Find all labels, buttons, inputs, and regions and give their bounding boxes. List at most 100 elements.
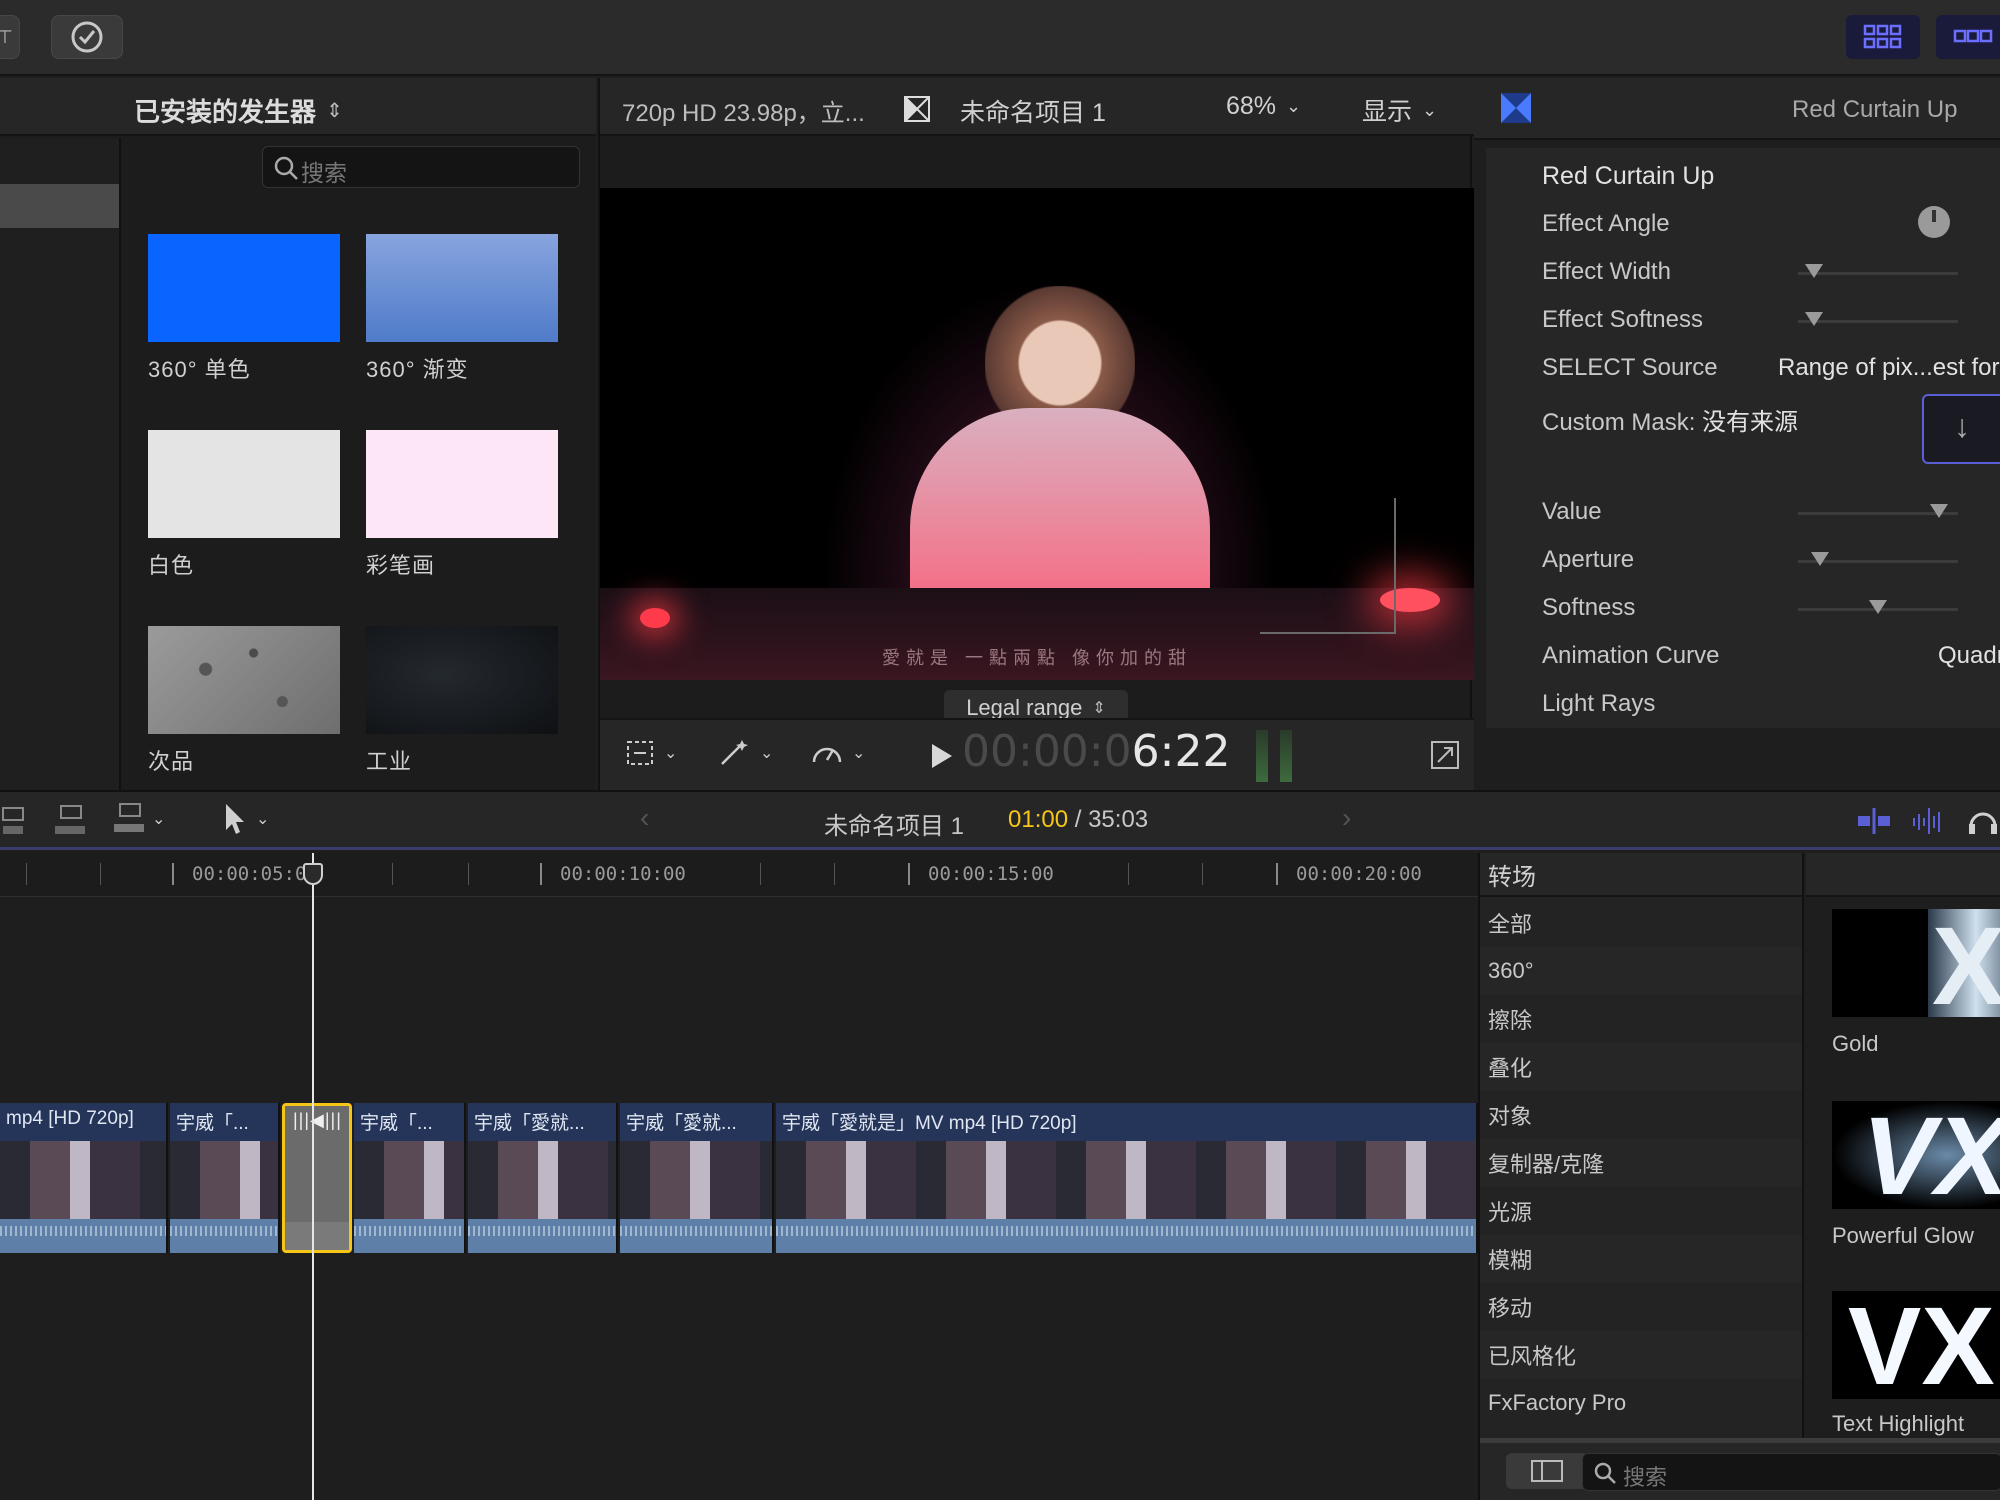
category-lights[interactable]: 光源 (1480, 1187, 1802, 1235)
transition-clip-selected[interactable]: |||◀||| (282, 1103, 352, 1253)
generator-thumb-white[interactable] (148, 430, 340, 538)
transition-label: Powerful Glow (1832, 1223, 1974, 1248)
playhead[interactable] (312, 853, 314, 1500)
category-blurs[interactable]: 模糊 (1480, 1235, 1802, 1283)
timeline-clip[interactable]: 宇威「愛就是」MV mp4 [HD 720p] (776, 1103, 1478, 1253)
forward-nav-icon[interactable]: › (1342, 802, 1351, 834)
value-slider-knob[interactable] (1929, 504, 1948, 518)
insert-clip-button[interactable] (50, 802, 90, 840)
zoom-popup[interactable]: 68% ⌄ (1226, 92, 1301, 121)
search-icon (1594, 1462, 1616, 1484)
clip-waveform (776, 1226, 1476, 1236)
connect-clip-button[interactable] (0, 802, 30, 840)
audio-meter-left (1256, 730, 1268, 782)
tool-select-popup[interactable]: ⌄ (222, 802, 269, 836)
transform-menu-button[interactable]: ⌄ (624, 738, 677, 768)
transition-thumb-gold[interactable]: X (1832, 909, 2000, 1017)
vx-letters-graphic: VX (1862, 1101, 2000, 1209)
ruler-tick (1276, 863, 1278, 885)
clip-title: 宇威「愛就... (474, 1113, 585, 1134)
mask-source-well[interactable]: ↓ (1922, 394, 2000, 464)
aperture-slider-knob[interactable] (1811, 552, 1830, 566)
category-replicator[interactable]: 复制器/克隆 (1480, 1139, 1802, 1187)
retime-menu-button[interactable]: ⌄ (810, 738, 865, 768)
timeline-clip[interactable]: 宇威「... (170, 1103, 280, 1253)
clip-audio (620, 1219, 772, 1253)
format-label: 720p HD 23.98p，立... (622, 100, 865, 127)
back-nav-icon[interactable]: ‹ (640, 802, 649, 834)
timeline-clip[interactable]: 宇威「愛就... (620, 1103, 774, 1253)
headphones-icon[interactable] (1966, 804, 2000, 838)
generator-thumb-industrial[interactable] (366, 626, 558, 734)
fullscreen-icon[interactable] (1430, 740, 1460, 770)
ruler-tick (760, 863, 761, 885)
effect-softness-slider-knob[interactable] (1805, 312, 1823, 326)
category-fxfactory[interactable]: FxFactory Pro (1480, 1379, 1802, 1427)
insert-clip-icon (55, 805, 85, 834)
category-stylized[interactable]: 已风格化 (1480, 1331, 1802, 1379)
category-wipes[interactable]: 擦除 (1480, 995, 1802, 1043)
category-360[interactable]: 360° (1480, 947, 1802, 995)
updown-chevron-icon: ⇕ (1092, 700, 1106, 717)
workspace-grid-button[interactable] (1846, 15, 1920, 59)
sidebar-toggle-button[interactable] (1506, 1453, 1588, 1489)
onscreen-crop-handle[interactable] (1260, 498, 1396, 634)
ruler-tick (1128, 863, 1129, 885)
generator-category-popup[interactable]: 已安装的发生器 ⇕ (134, 92, 343, 129)
sidebar-selected-item[interactable] (0, 184, 119, 228)
chevron-down-icon: ⌄ (152, 811, 166, 828)
generator-thumb-solid-360[interactable] (148, 234, 340, 342)
generator-thumb-grunge[interactable] (148, 626, 340, 734)
generator-thumb-pastel[interactable] (366, 430, 558, 538)
skimming-icon[interactable] (1856, 806, 1892, 836)
workspace-timeline-button[interactable] (1936, 15, 2000, 59)
select-source-popup[interactable]: Range of pix...est for (1778, 354, 1999, 382)
search-placeholder: 搜索 (301, 160, 347, 186)
clip-audio (354, 1219, 464, 1253)
transition-thumb-powerful-glow[interactable]: VX (1832, 1101, 2000, 1209)
keywords-button[interactable]: ⊤ (0, 15, 20, 59)
softness-slider-knob[interactable] (1869, 600, 1887, 614)
timeline[interactable]: 00:00:05:00 00:00:10:00 00:00:15:00 00:0… (0, 853, 1478, 1500)
timeline-clip[interactable]: mp4 [HD 720p] (0, 1103, 168, 1253)
generators-browser: 已安装的发生器 ⇕ 搜索 360° 单色 360° 渐变 白色 彩笔画 次品 工… (0, 78, 596, 790)
timeline-clip[interactable]: 宇威「... (354, 1103, 466, 1253)
inspector-title: Red Curtain Up (1792, 96, 1958, 123)
timeline-position: 01:00 (1008, 806, 1069, 833)
playhead-handle[interactable] (303, 863, 323, 885)
transition-thumb-text-highlight[interactable]: VX (1832, 1291, 2000, 1399)
generator-thumb-gradient-360[interactable] (366, 234, 558, 342)
category-objects[interactable]: 对象 (1480, 1091, 1802, 1139)
timeline-ruler[interactable]: 00:00:05:00 00:00:10:00 00:00:15:00 00:0… (0, 853, 1478, 897)
audio-skimming-icon[interactable] (1910, 806, 1946, 836)
arrow-tool-icon (226, 804, 244, 834)
video-frame[interactable]: 愛就是 一點兩點 像你加的甜 (600, 188, 1474, 680)
angle-dial[interactable] (1918, 206, 1950, 238)
category-dissolves[interactable]: 叠化 (1480, 1043, 1802, 1091)
key-icon: ⊤ (0, 26, 13, 47)
chevron-down-icon: ⌄ (664, 745, 678, 762)
viewer-timecode: 00:00:06:22 (962, 726, 1230, 777)
category-all[interactable]: 全部 (1480, 899, 1802, 947)
param-animation-curve-label: Animation Curve (1542, 642, 1720, 669)
view-popup[interactable]: 显示 ⌄ (1362, 92, 1437, 128)
clip-audio (170, 1219, 278, 1253)
browser-search-field[interactable]: 搜索 (262, 146, 580, 188)
effect-width-slider-knob[interactable] (1805, 264, 1823, 278)
clip-filmstrip (776, 1141, 1476, 1219)
chevron-down-icon: ⌄ (1422, 99, 1438, 120)
transitions-search-field[interactable]: 搜索 (1582, 1453, 2000, 1491)
clip-appearance-icon (904, 96, 930, 122)
play-icon[interactable] (932, 744, 952, 768)
chevron-down-icon: ⌄ (852, 745, 866, 762)
updown-chevron-icon: ⇕ (326, 100, 343, 122)
ruler-tick (392, 863, 393, 885)
timeline-separator: / (1074, 806, 1082, 833)
timeline-clip[interactable]: 宇威「愛就... (468, 1103, 618, 1253)
category-movements[interactable]: 移动 (1480, 1283, 1802, 1331)
animation-curve-popup[interactable]: Quadra (1938, 642, 2000, 670)
clip-waveform (354, 1226, 464, 1236)
enhance-menu-button[interactable]: ⌄ (718, 738, 773, 768)
background-tasks-button[interactable] (51, 15, 123, 59)
append-clip-button[interactable]: ⌄ (112, 802, 165, 836)
